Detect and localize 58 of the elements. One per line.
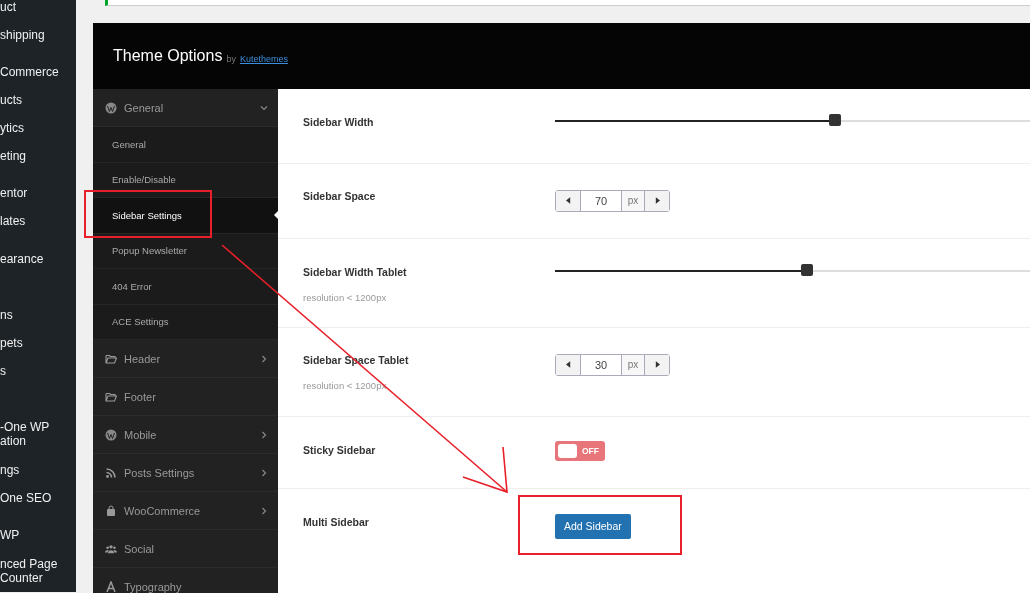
slider-thumb[interactable] — [829, 114, 842, 126]
setting-note: resolution < 1200px — [303, 292, 388, 303]
admin-menu-item[interactable]: lates — [0, 214, 76, 228]
rss-icon — [105, 466, 117, 479]
folder-icon — [105, 390, 117, 403]
admin-menu-item[interactable]: ucts — [0, 93, 76, 107]
folder-icon — [105, 352, 117, 365]
number-field[interactable]: 70 — [580, 190, 622, 211]
nav-subitem[interactable]: ACE Settings — [93, 304, 278, 340]
font-icon — [105, 580, 117, 593]
bag-icon — [105, 504, 117, 517]
decrement-button[interactable] — [556, 354, 580, 375]
setting-note: resolution < 1200px — [303, 380, 388, 391]
admin-menu-item[interactable]: -One WP ation — [0, 420, 76, 448]
setting-label: Multi Sidebar — [303, 516, 370, 528]
caret-left-icon — [565, 197, 571, 204]
nav-subitem[interactable]: Enable/Disable — [93, 162, 278, 198]
admin-menu-item[interactable]: entor — [0, 186, 76, 200]
admin-menu-item[interactable]: s — [0, 364, 76, 378]
admin-menu-item[interactable]: shipping — [0, 28, 76, 42]
panel-title: Theme Options — [113, 47, 223, 65]
nav-subitem[interactable]: Popup Newsletter — [93, 233, 278, 269]
wordpress-icon — [105, 428, 117, 441]
admin-menu-item[interactable]: WP — [0, 528, 76, 542]
decrement-button[interactable] — [556, 190, 580, 211]
caret-right-icon — [654, 197, 660, 204]
byline: by — [226, 53, 236, 64]
people-icon — [105, 542, 117, 555]
admin-menu-item[interactable]: Commerce — [0, 65, 76, 79]
admin-menu-item[interactable]: ns — [0, 308, 76, 322]
slider-thumb[interactable] — [800, 264, 813, 276]
number-stepper[interactable]: 30 px — [555, 353, 670, 376]
nav-subitem[interactable]: Sidebar Settings — [93, 198, 278, 234]
setting-label: Sidebar Space — [303, 190, 377, 202]
admin-menu-item[interactable]: earance — [0, 252, 76, 266]
nav-subitem[interactable]: General — [93, 127, 278, 163]
admin-menu-item[interactable]: uct — [0, 0, 76, 14]
admin-menu-item[interactable]: pets — [0, 336, 76, 350]
number-field[interactable]: 30 — [580, 354, 622, 375]
setting-label: Sticky Sidebar — [303, 444, 377, 456]
author-link[interactable]: Kutethemes — [239, 53, 288, 64]
caret-right-icon — [654, 361, 660, 368]
setting-label: Sidebar Width Tablet — [303, 266, 408, 278]
increment-button[interactable] — [645, 354, 669, 375]
admin-menu-item[interactable]: ngs — [0, 463, 76, 477]
admin-menu-item[interactable]: eting — [0, 149, 76, 163]
add-sidebar-button[interactable]: Add Sidebar — [555, 513, 631, 539]
caret-left-icon — [565, 361, 571, 368]
admin-menu-item[interactable]: nced Page Counter — [0, 557, 76, 585]
wordpress-icon — [105, 101, 117, 114]
increment-button[interactable] — [645, 190, 669, 211]
admin-menu-item[interactable]: ytics — [0, 121, 76, 135]
unit-label: px — [622, 354, 645, 375]
number-stepper[interactable]: 70 px — [555, 189, 670, 212]
nav-subitem[interactable]: 404 Error — [93, 269, 278, 305]
unit-label: px — [622, 190, 645, 211]
setting-label: Sidebar Width — [303, 116, 375, 128]
admin-menu-item[interactable]: One SEO — [0, 491, 76, 505]
